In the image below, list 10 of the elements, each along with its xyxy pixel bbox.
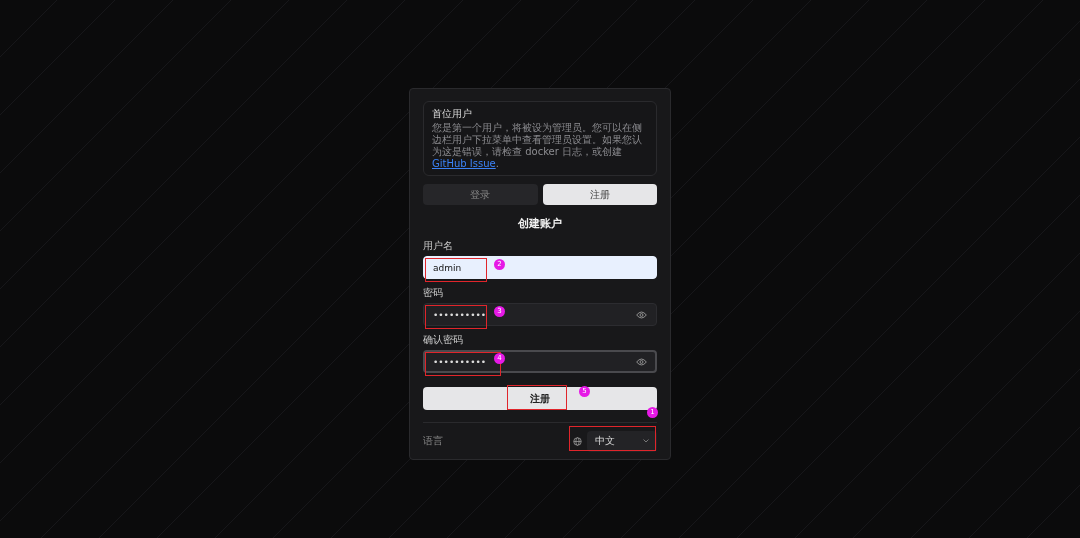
github-issue-link[interactable]: GitHub Issue [432,158,496,169]
field-label: 确认密码 [423,333,463,347]
field-label: 密码 [423,286,443,300]
notice-text: 您是第一个用户，将被设为管理员。您可以在侧边栏用户下拉菜单中查看管理员设置。如果您认为这是错误，请检查 docker 日志，或创建 GitHub Issue. [432,122,643,170]
form-heading: 创建账户 [517,216,563,231]
auth-tab[interactable]: 注册 [542,184,657,205]
auth-tab[interactable]: 登录 [423,184,538,205]
field-label: 用户名 [423,239,453,253]
notice-title: 首位用户 [432,107,473,121]
language-label: 语言 [423,434,444,448]
